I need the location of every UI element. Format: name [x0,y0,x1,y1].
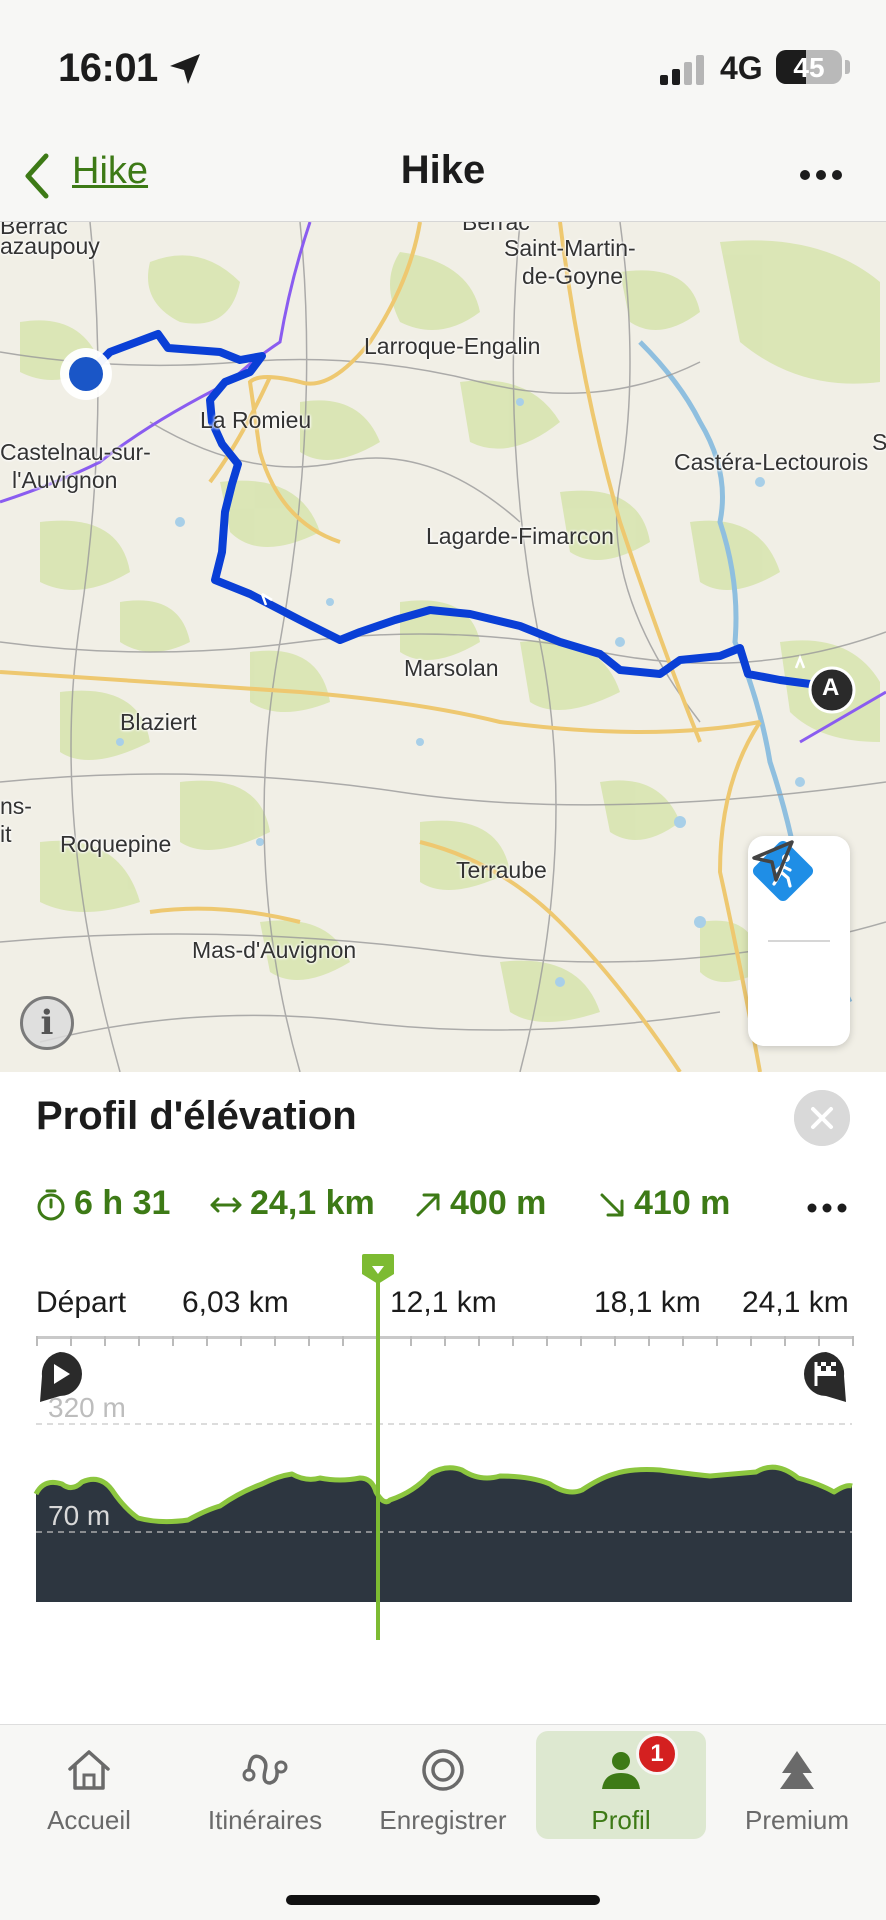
notification-badge: 1 [636,1733,678,1775]
tab-label: Profil [591,1805,651,1835]
map-label: Castelnau-sur- [0,439,151,465]
location-arrow-icon [170,54,200,84]
signal-icon [660,55,704,85]
map-info-button[interactable]: i [20,996,74,1050]
back-button[interactable]: Hike [72,150,148,193]
navigation-bar: Hike Hike [0,130,886,222]
elevation-chart[interactable] [0,1072,886,1724]
map-label: de-Goyne [522,263,624,289]
map-label: Mas-d'Auvignon [192,937,357,963]
position-scrubber-line[interactable] [376,1268,380,1640]
map-label: ns- [0,793,32,819]
tab-label: Accueil [47,1805,131,1835]
tab-profil[interactable]: 1 Profil [536,1731,706,1839]
map-label: Saint-Martin- [504,235,636,261]
map-label: it [0,821,12,847]
map-label: S [872,429,886,455]
tab-enregistrer[interactable]: Enregistrer [358,1725,528,1835]
map-label: Castéra-Lectourois [674,449,869,475]
map-label: La Romieu [200,407,312,433]
back-chevron-icon[interactable] [18,148,58,204]
tab-label: Premium [744,1805,849,1835]
tab-premium[interactable]: Premium [712,1725,882,1835]
status-bar: 16:01 4G 45 [0,0,886,130]
status-time: 16:01 [58,46,158,90]
map-label: Larroque-Engalin [364,333,541,359]
battery-tip [845,60,850,74]
route-icon [242,1754,288,1785]
map-controls [748,836,850,1046]
elevation-panel: Profil d'élévation 6 h 31 24,1 km 400 m … [0,1072,886,1724]
tab-bar: Accueil Itinéraires Enregistrer 1 Profil… [0,1724,886,1920]
battery-level: 45 [793,52,825,83]
map-label: Lagarde-Fimarcon [426,523,614,549]
map-label: Roquepine [60,831,172,857]
navigate-icon[interactable] [748,836,798,886]
tab-accueil[interactable]: Accueil [4,1725,174,1835]
more-options-icon[interactable] [796,150,846,200]
elevation-axis-label: 320 m [48,1392,126,1423]
tab-label: Enregistrer [379,1805,507,1835]
map-view[interactable]: Berrac azaupouy Berrac Saint-Martin- de-… [0,222,886,1072]
premium-icon [780,1751,814,1789]
scrubber-handle-icon[interactable] [360,1252,396,1286]
map-label: Blaziert [120,709,197,735]
network-type: 4G [720,50,763,86]
map-label: azaupouy [0,233,100,259]
battery-icon: 45 [776,50,842,84]
route-end-marker[interactable]: A [822,674,839,702]
record-icon [422,1749,464,1791]
controls-divider [768,940,830,942]
home-indicator [286,1895,600,1905]
tab-itineraires[interactable]: Itinéraires [180,1725,350,1835]
tab-label: Itinéraires [207,1805,323,1835]
map-label: Terraube [456,857,547,883]
elevation-axis-label: 70 m [48,1500,111,1531]
map-label: l'Auvignon [12,467,118,493]
map-label: Marsolan [404,655,499,681]
home-icon [68,1750,110,1790]
